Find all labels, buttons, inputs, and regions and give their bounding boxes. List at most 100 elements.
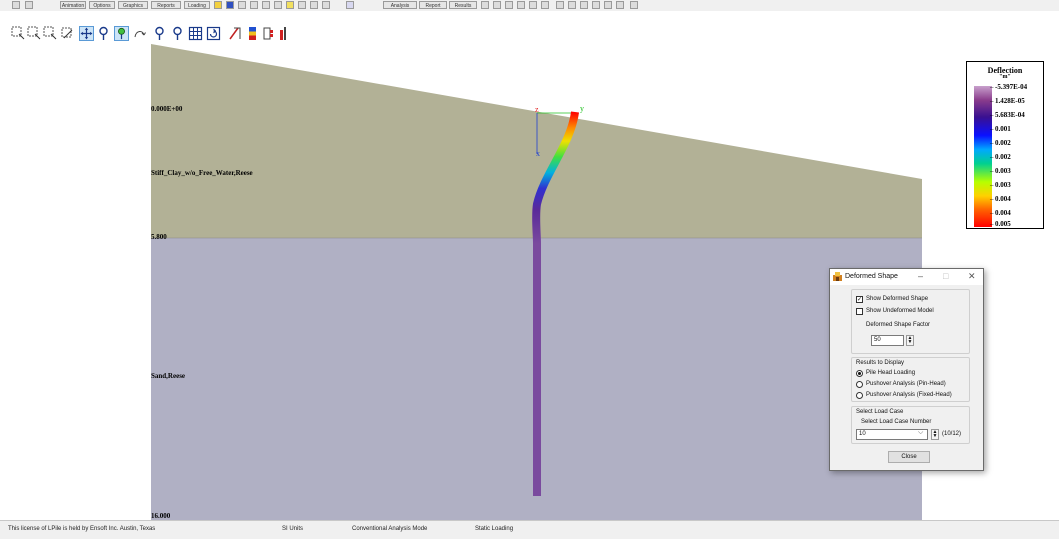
run-icon[interactable] — [226, 1, 234, 9]
show-undeformed-checkbox[interactable] — [856, 308, 863, 315]
x-axis-label: x — [536, 149, 540, 158]
tool-icon[interactable] — [568, 1, 576, 9]
tool-icon[interactable] — [262, 1, 270, 9]
tool-icon[interactable] — [286, 1, 294, 9]
y-axis-label: y — [580, 104, 584, 113]
tool-icon[interactable] — [616, 1, 624, 9]
radio-label: Pushover Analysis (Pin-Head) — [866, 381, 946, 387]
load-case-label: Select Load Case Number — [861, 419, 932, 425]
tool-icon[interactable] — [238, 1, 246, 9]
display-options-group: ✓ Show Deformed Shape Show Undeformed Mo… — [851, 289, 970, 354]
legend-label: 0.003 — [990, 167, 1011, 175]
section-icon[interactable] — [262, 26, 277, 41]
flag-icon[interactable] — [278, 26, 293, 41]
toolbar-button-results[interactable]: Results — [449, 1, 477, 9]
legend-label: 0.003 — [990, 181, 1011, 189]
tool-icon[interactable] — [346, 1, 354, 9]
tool-icon[interactable] — [493, 1, 501, 9]
main-toolbar: Animation Options Graphics Reports Loadi… — [0, 0, 1059, 11]
tool-icon[interactable] — [481, 1, 489, 9]
status-units: SI Units — [282, 526, 304, 532]
dialog-title: Deformed Shape — [845, 273, 898, 280]
save-file-icon[interactable] — [25, 1, 33, 9]
tool-icon[interactable] — [250, 1, 258, 9]
pin-b-icon[interactable] — [170, 26, 185, 41]
pin-icon[interactable] — [96, 26, 111, 41]
factor-input[interactable]: 50 — [871, 335, 904, 346]
toolbar-button-analysis[interactable]: Analysis — [383, 1, 417, 9]
toolbar-button-graphics[interactable]: Graphics — [118, 1, 148, 9]
color-bar-icon[interactable] — [245, 26, 260, 41]
app-icon — [833, 272, 842, 281]
tool-icon[interactable] — [630, 1, 638, 9]
scale-icon[interactable] — [228, 26, 243, 41]
tool-icon[interactable] — [529, 1, 537, 9]
z-axis-label: z — [535, 105, 539, 114]
toolbar-button-reports[interactable]: Reports — [151, 1, 181, 9]
toolbar-button-options[interactable]: Options — [89, 1, 115, 9]
legend-unit: "m" — [999, 74, 1011, 80]
legend-label: -5.397E-04 — [990, 83, 1027, 91]
toolbar-button-report[interactable]: Report — [419, 1, 447, 9]
toolbar-button-loading[interactable]: Loading — [184, 1, 210, 9]
show-deformed-checkbox[interactable]: ✓ — [856, 296, 863, 303]
results-group-label: Results to Display — [856, 360, 905, 366]
grid-icon[interactable] — [188, 26, 203, 41]
tool-icon[interactable] — [517, 1, 525, 9]
select-3d-icon[interactable] — [60, 26, 75, 41]
show-deformed-label: Show Deformed Shape — [866, 296, 929, 302]
legend-label: 0.005 — [990, 220, 1011, 228]
minimize-icon[interactable]: – — [918, 271, 923, 281]
open-file-icon[interactable] — [12, 1, 20, 9]
tool-icon[interactable] — [310, 1, 318, 9]
pin-green-icon[interactable] — [114, 26, 129, 41]
radio-pushover-pin-head[interactable] — [856, 381, 863, 388]
warning-icon[interactable] — [214, 1, 222, 9]
close-icon[interactable]: ✕ — [968, 271, 976, 282]
rotate-icon[interactable] — [132, 26, 147, 41]
bottom-depth-label: 16.000 — [151, 512, 171, 520]
select-y-icon[interactable] — [27, 26, 42, 41]
tool-icon[interactable] — [541, 1, 549, 9]
tool-icon[interactable] — [505, 1, 513, 9]
radio-label: Pile Head Loading — [866, 370, 916, 376]
select-x-icon[interactable] — [11, 26, 26, 41]
chevron-down-icon[interactable]: ⌵ — [918, 429, 923, 437]
tool-icon[interactable] — [580, 1, 588, 9]
radio-pushover-fixed-head[interactable] — [856, 392, 863, 399]
legend-label: 5.683E-04 — [990, 111, 1025, 119]
load-case-group-label: Select Load Case — [856, 409, 904, 415]
close-button[interactable]: Close — [888, 451, 930, 463]
tool-icon[interactable] — [592, 1, 600, 9]
dialog-title-bar[interactable]: Deformed Shape – □ ✕ — [830, 269, 983, 285]
pan-icon[interactable] — [79, 26, 94, 41]
tool-icon[interactable] — [274, 1, 282, 9]
layer-name-sand: Sand,Reese — [151, 372, 185, 380]
deformed-shape-dialog: Deformed Shape – □ ✕ ✓ Show Deformed Sha… — [829, 268, 984, 471]
radio-label: Pushover Analysis (Fixed-Head) — [866, 392, 952, 398]
factor-spinner[interactable]: ▲ ▼ — [906, 335, 914, 346]
status-license: This license of LPile is held by Ensoft … — [8, 526, 156, 532]
select-z-icon[interactable] — [43, 26, 58, 41]
radio-pile-head-loading[interactable] — [856, 370, 863, 377]
legend-label: 0.002 — [990, 153, 1011, 161]
toolbar-button-animation[interactable]: Animation — [60, 1, 86, 9]
deflection-legend: Deflection "m" -5.397E-04 1.428E-05 5.68… — [966, 61, 1044, 229]
legend-label: 0.004 — [990, 209, 1011, 217]
legend-label: 1.428E-05 — [990, 97, 1025, 105]
status-mode: Conventional Analysis Mode — [352, 526, 428, 532]
refresh-icon[interactable] — [206, 26, 221, 41]
load-case-spinner[interactable]: ▲ ▼ — [931, 429, 939, 440]
layer-top-label-clay: 0.000E+00 — [151, 105, 183, 113]
tool-icon[interactable] — [298, 1, 306, 9]
tool-icon[interactable] — [322, 1, 330, 9]
tool-icon[interactable] — [556, 1, 564, 9]
status-bar: This license of LPile is held by Ensoft … — [0, 520, 1059, 539]
show-undeformed-label: Show Undeformed Model — [866, 308, 934, 314]
load-case-count: (10/12) — [942, 431, 962, 437]
pin-a-icon[interactable] — [152, 26, 167, 41]
view-toolbar — [0, 22, 300, 44]
maximize-icon[interactable]: □ — [943, 271, 948, 281]
tool-icon[interactable] — [604, 1, 612, 9]
load-case-group: Select Load Case Select Load Case Number… — [851, 406, 970, 444]
